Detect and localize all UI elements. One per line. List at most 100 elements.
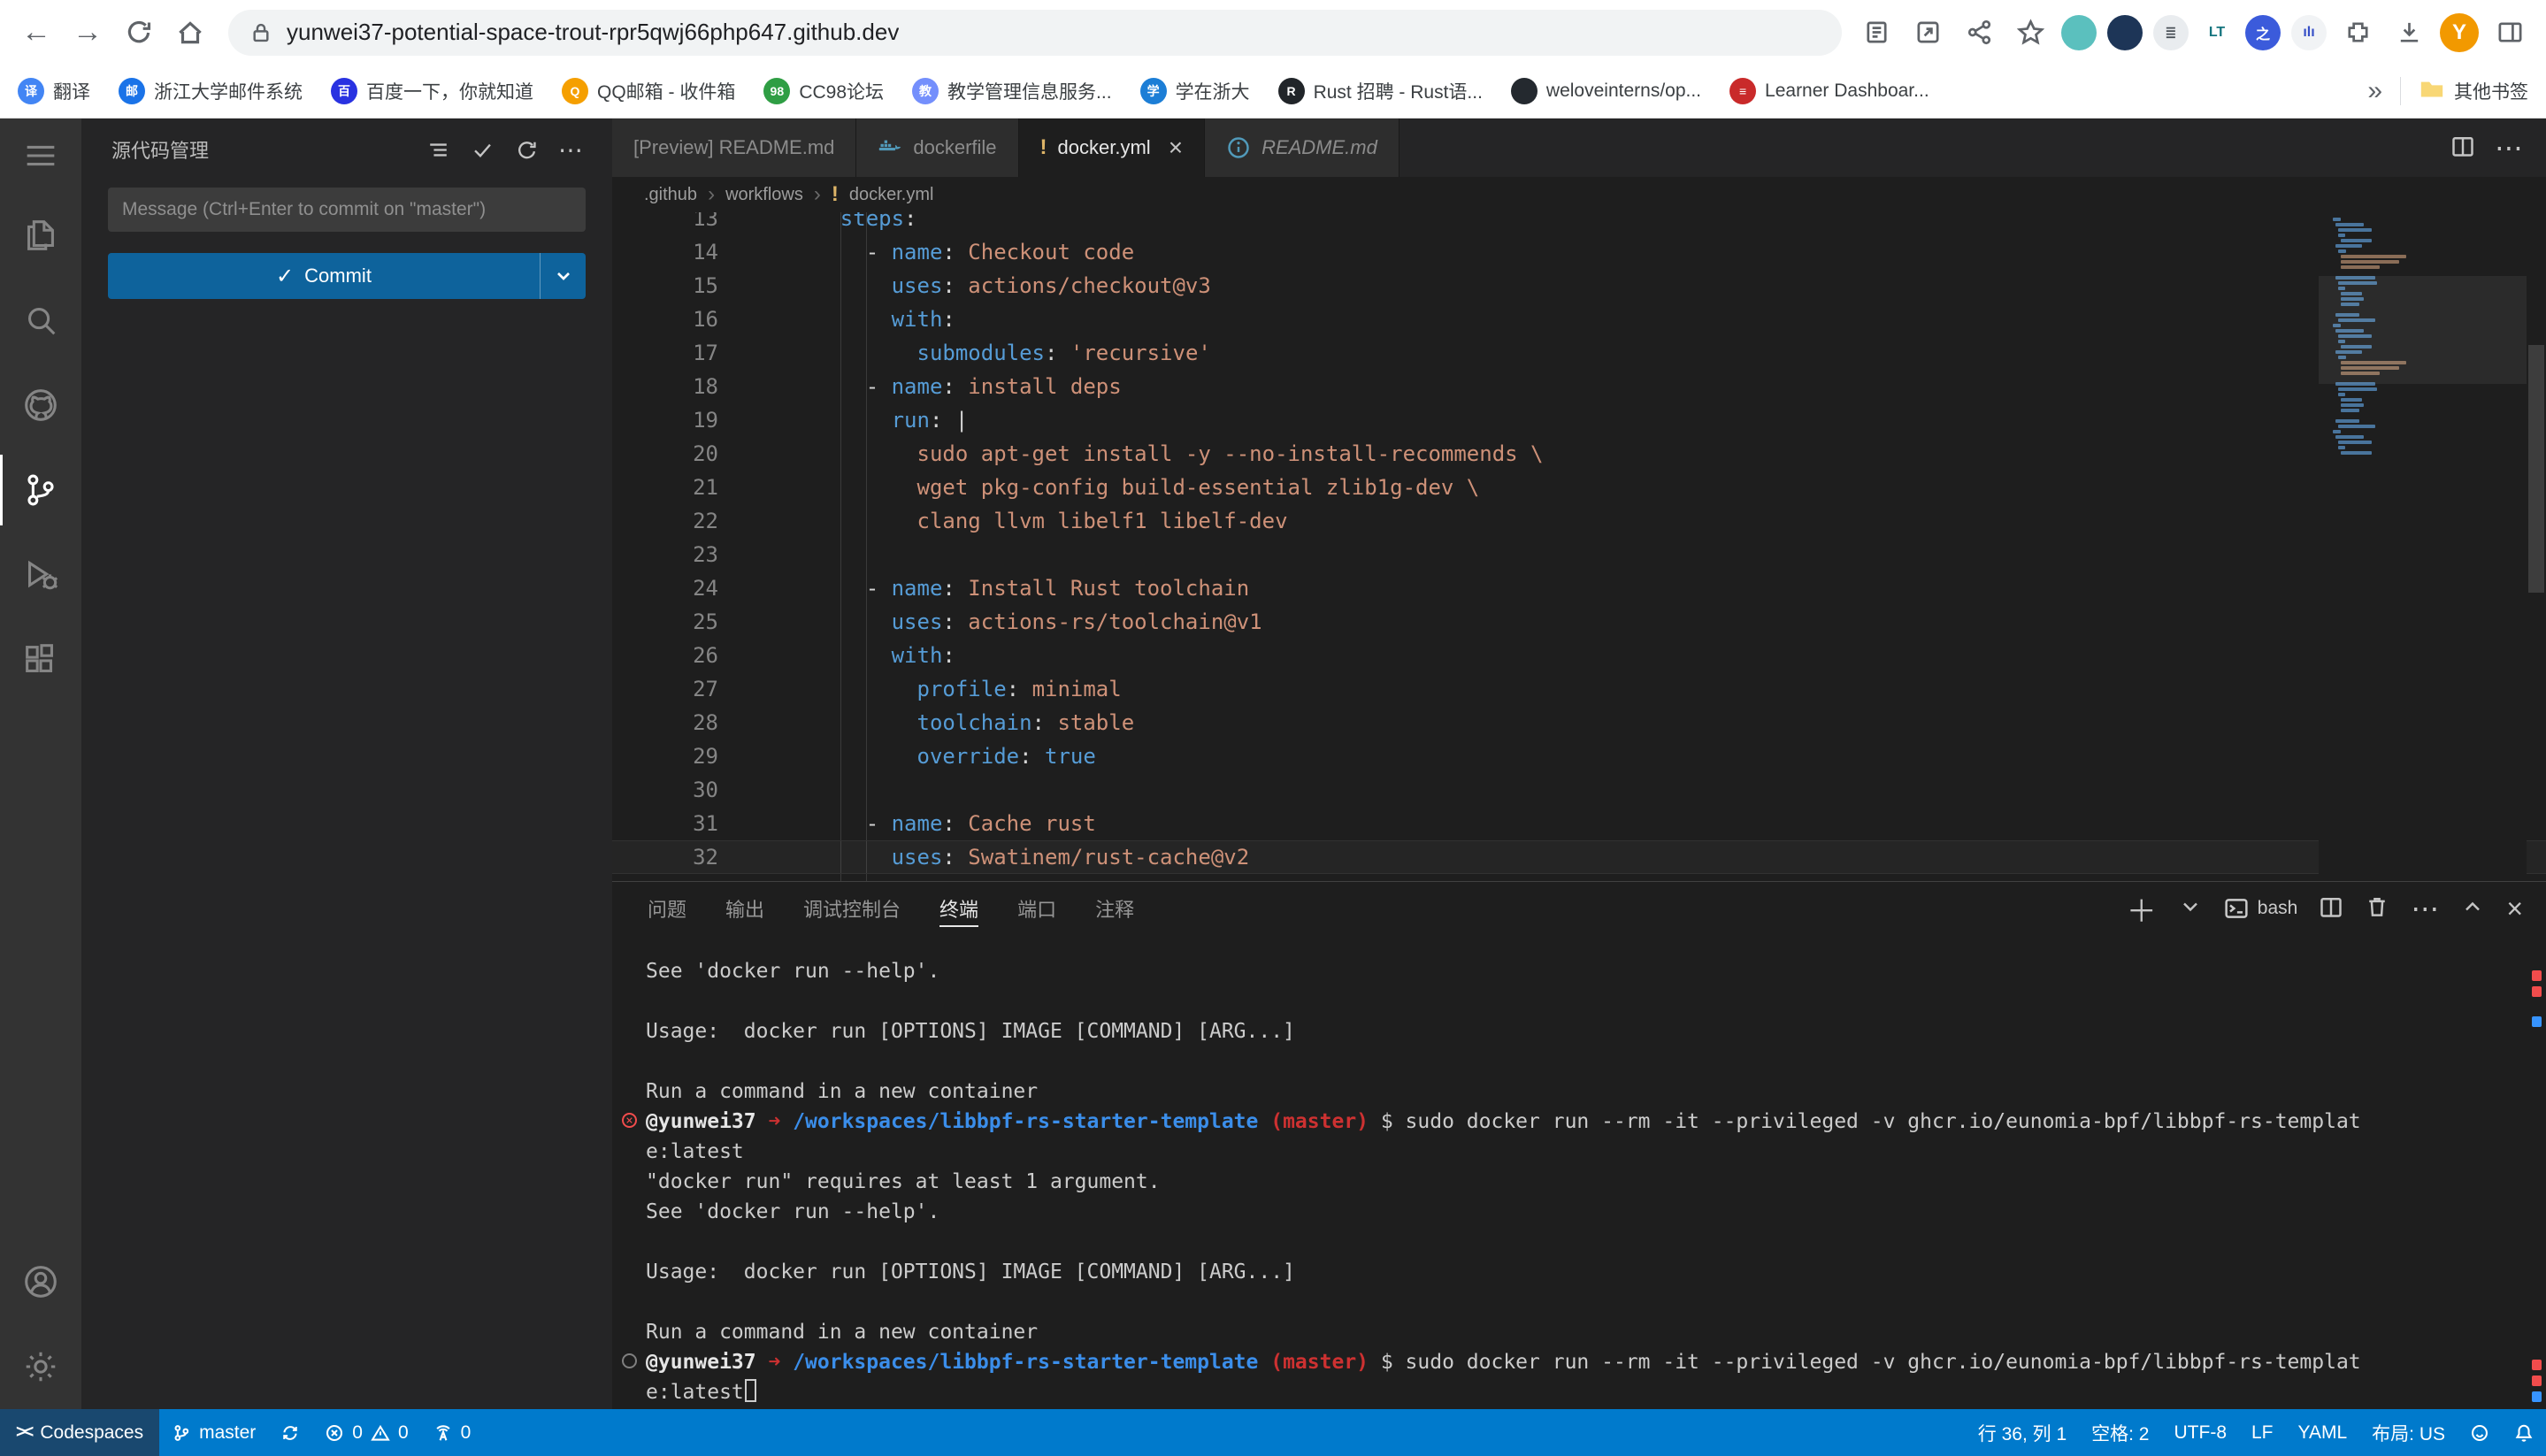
bookmark-item[interactable]: RRust 招聘 - Rust语... bbox=[1278, 78, 1483, 104]
code-line[interactable]: 22 clang llvm libelf1 libelf-dev bbox=[612, 504, 2546, 538]
panel-tab-output[interactable]: 输出 bbox=[725, 882, 764, 935]
code-line[interactable]: 30 bbox=[612, 773, 2546, 807]
code-line[interactable]: 23 bbox=[612, 538, 2546, 571]
code-line[interactable]: 29 override: true bbox=[612, 739, 2546, 773]
breadcrumb-folder[interactable]: workflows bbox=[725, 185, 803, 205]
notifications-bell-icon[interactable] bbox=[2502, 1409, 2546, 1456]
tab-readme[interactable]: README.md bbox=[1205, 119, 1400, 177]
bookmark-item[interactable]: 98CC98论坛 bbox=[763, 78, 884, 104]
panel-tab-comments[interactable]: 注释 bbox=[1095, 882, 1134, 935]
extension-icon[interactable]: 之 bbox=[2245, 15, 2281, 50]
settings-gear-icon[interactable] bbox=[0, 1324, 81, 1409]
tab-docker-yml[interactable]: ! docker.yml × bbox=[1019, 119, 1206, 177]
minimap[interactable] bbox=[2319, 212, 2527, 881]
home-button[interactable] bbox=[166, 9, 214, 57]
code-line[interactable]: 13 steps: bbox=[612, 212, 2546, 235]
forward-button[interactable]: → bbox=[64, 9, 111, 57]
refresh-icon[interactable] bbox=[508, 131, 545, 168]
code-line[interactable]: 21 wget pkg-config build-essential zlib1… bbox=[612, 471, 2546, 504]
search-icon[interactable] bbox=[0, 278, 81, 363]
bookmark-item[interactable]: 百百度一下，你就知道 bbox=[331, 78, 533, 104]
remote-indicator[interactable]: >< Codespaces bbox=[0, 1409, 159, 1456]
panel-more-actions-icon[interactable]: ⋯ bbox=[2411, 892, 2439, 925]
profile-avatar[interactable]: Y bbox=[2440, 13, 2479, 52]
code-line[interactable]: 24 - name: Install Rust toolchain bbox=[612, 571, 2546, 605]
side-panel-icon[interactable] bbox=[2489, 12, 2530, 53]
bookmark-item[interactable]: weloveinterns/op... bbox=[1511, 78, 1701, 104]
cursor-position[interactable]: 行 36, 列 1 bbox=[1966, 1409, 2079, 1456]
bookmarks-overflow-button[interactable]: » bbox=[2367, 76, 2382, 106]
editor-scrollbar[interactable] bbox=[2527, 212, 2546, 881]
language-mode[interactable]: YAML bbox=[2286, 1409, 2360, 1456]
code-line[interactable]: 20 sudo apt-get install -y --no-install-… bbox=[612, 437, 2546, 471]
scrollbar-thumb[interactable] bbox=[2528, 345, 2544, 593]
encoding[interactable]: UTF-8 bbox=[2162, 1409, 2240, 1456]
bookmark-item[interactable]: 学学在浙大 bbox=[1140, 78, 1250, 104]
back-button[interactable]: ← bbox=[12, 9, 60, 57]
code-line[interactable]: 26 with: bbox=[612, 639, 2546, 672]
branch-indicator[interactable]: master bbox=[159, 1409, 268, 1456]
tab-preview-readme[interactable]: [Preview] README.md bbox=[612, 119, 856, 177]
commit-button[interactable]: ✓ Commit bbox=[108, 253, 586, 299]
terminal[interactable]: See 'docker run --help'.Usage: docker ru… bbox=[612, 935, 2546, 1409]
bookmark-item[interactable]: ≡Learner Dashboar... bbox=[1729, 78, 1929, 104]
account-icon[interactable] bbox=[0, 1239, 81, 1324]
ports-indicator[interactable]: 0 bbox=[421, 1409, 484, 1456]
bookmark-item[interactable]: 译翻译 bbox=[18, 78, 90, 104]
code-line[interactable]: 28 toolchain: stable bbox=[612, 706, 2546, 739]
extension-icon[interactable]: ılı bbox=[2291, 15, 2327, 50]
code-line[interactable]: 19 run: | bbox=[612, 403, 2546, 437]
panel-tab-debug-console[interactable]: 调试控制台 bbox=[803, 882, 901, 935]
open-in-app-icon[interactable] bbox=[1907, 12, 1948, 53]
commit-dropdown-button[interactable] bbox=[540, 253, 586, 299]
bookmark-star-icon[interactable] bbox=[2010, 12, 2051, 53]
extension-icon[interactable]: ≣ bbox=[2153, 15, 2189, 50]
extensions-puzzle-icon[interactable] bbox=[2337, 12, 2378, 53]
eol-sequence[interactable]: LF bbox=[2239, 1409, 2286, 1456]
code-line[interactable]: 14 - name: Checkout code bbox=[612, 235, 2546, 269]
reading-list-icon[interactable] bbox=[1856, 12, 1897, 53]
tab-dockerfile[interactable]: dockerfile bbox=[856, 119, 1018, 177]
code-line[interactable]: 18 - name: install deps bbox=[612, 370, 2546, 403]
keyboard-layout[interactable]: 布局: US bbox=[2359, 1409, 2458, 1456]
code-line[interactable]: 31 - name: Cache rust bbox=[612, 807, 2546, 840]
extension-icon[interactable] bbox=[2061, 15, 2097, 50]
menu-icon[interactable] bbox=[0, 119, 81, 193]
code-line[interactable]: 27 profile: minimal bbox=[612, 672, 2546, 706]
panel-tab-problems[interactable]: 问题 bbox=[648, 882, 686, 935]
source-control-icon[interactable] bbox=[0, 448, 81, 533]
commit-check-icon[interactable] bbox=[464, 131, 501, 168]
bookmark-item[interactable]: 教教学管理信息服务... bbox=[912, 78, 1112, 104]
code-line[interactable]: 15 uses: actions/checkout@v3 bbox=[612, 269, 2546, 303]
code-line[interactable]: 32 uses: Swatinem/rust-cache@v2 bbox=[612, 840, 2546, 874]
bookmark-item[interactable]: 邮浙江大学邮件系统 bbox=[119, 78, 303, 104]
panel-tab-terminal[interactable]: 终端 bbox=[939, 882, 978, 935]
minimap-slider[interactable] bbox=[2319, 276, 2527, 384]
share-icon[interactable] bbox=[1959, 12, 1999, 53]
explorer-icon[interactable] bbox=[0, 193, 81, 278]
editor[interactable]: 13 steps:14 - name: Checkout code15 uses… bbox=[612, 212, 2546, 881]
problems-indicator[interactable]: 0 0 bbox=[312, 1409, 420, 1456]
extension-icon[interactable] bbox=[2107, 15, 2143, 50]
new-terminal-icon[interactable]: ＋ bbox=[2127, 887, 2157, 931]
extension-icon[interactable]: LT bbox=[2199, 15, 2235, 50]
code-line[interactable]: 16 with: bbox=[612, 303, 2546, 336]
kill-terminal-icon[interactable] bbox=[2365, 894, 2389, 923]
bookmark-item[interactable]: QQQ邮箱 - 收件箱 bbox=[562, 78, 735, 104]
code-line[interactable]: 17 submodules: 'recursive' bbox=[612, 336, 2546, 370]
view-sort-icon[interactable] bbox=[419, 131, 456, 168]
reload-button[interactable] bbox=[115, 9, 163, 57]
extensions-icon[interactable] bbox=[0, 617, 81, 702]
close-tab-icon[interactable]: × bbox=[1169, 134, 1183, 162]
panel-tab-ports[interactable]: 端口 bbox=[1017, 882, 1056, 935]
downloads-icon[interactable] bbox=[2389, 12, 2429, 53]
split-editor-icon[interactable] bbox=[2450, 134, 2475, 163]
terminal-dropdown-icon[interactable] bbox=[2178, 894, 2203, 923]
terminal-instance[interactable]: bash bbox=[2224, 896, 2298, 921]
run-debug-icon[interactable] bbox=[0, 533, 81, 617]
commit-message-input[interactable]: Message (Ctrl+Enter to commit on "master… bbox=[108, 188, 586, 232]
split-terminal-icon[interactable] bbox=[2319, 894, 2343, 923]
breadcrumb-file[interactable]: docker.yml bbox=[849, 185, 934, 205]
address-bar[interactable]: yunwei37-potential-space-trout-rpr5qwj66… bbox=[228, 10, 1842, 56]
github-icon[interactable] bbox=[0, 363, 81, 448]
